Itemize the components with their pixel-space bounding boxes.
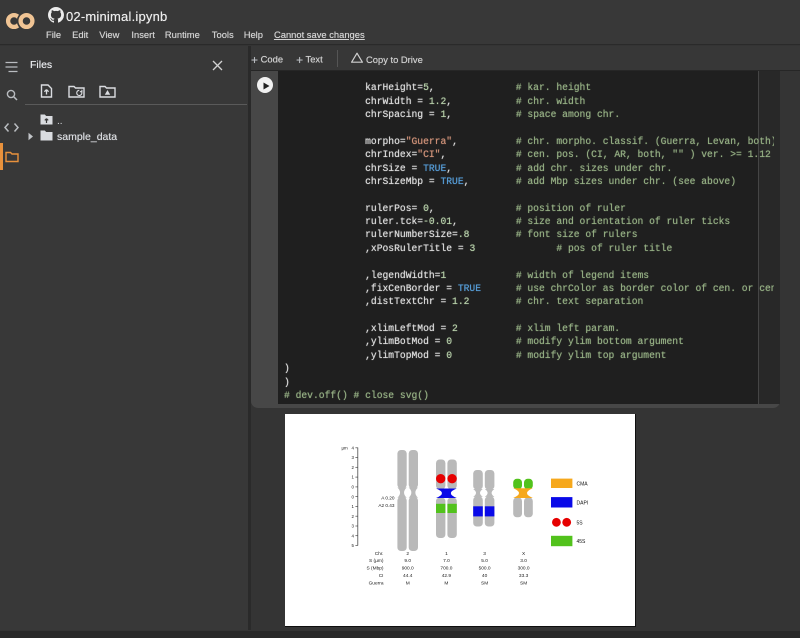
svg-text:2: 2 — [406, 551, 409, 557]
svg-text:300.0: 300.0 — [518, 566, 530, 572]
svg-text:A2 0.43: A2 0.43 — [378, 503, 395, 508]
svg-text:A 0.20: A 0.20 — [381, 495, 395, 500]
svg-text:45S: 45S — [577, 539, 587, 545]
svg-text:9.0: 9.0 — [404, 558, 411, 564]
svg-text:CI: CI — [379, 573, 384, 579]
svg-text:3: 3 — [483, 551, 486, 557]
svg-text:DAPI: DAPI — [577, 501, 589, 507]
svg-text:5S: 5S — [577, 520, 584, 526]
svg-text:40: 40 — [482, 573, 488, 579]
svg-text:Guerra: Guerra — [369, 580, 384, 586]
svg-text:CMA: CMA — [577, 481, 589, 487]
svg-text:5.0: 5.0 — [481, 558, 488, 564]
svg-text:SM: SM — [481, 580, 488, 586]
svg-text:M: M — [406, 580, 410, 586]
svg-text:7.0: 7.0 — [443, 558, 450, 564]
svg-text:44.4: 44.4 — [403, 573, 413, 579]
svg-text:3.0: 3.0 — [520, 558, 527, 564]
svg-text:700.0: 700.0 — [440, 566, 452, 572]
svg-text:500.0: 500.0 — [479, 566, 491, 572]
svg-text:33.3: 33.3 — [519, 573, 529, 579]
svg-text:S (µm): S (µm) — [369, 558, 384, 564]
svg-text:Chr.: Chr. — [375, 551, 384, 557]
svg-text:900.0: 900.0 — [402, 566, 414, 572]
svg-text:1: 1 — [445, 551, 448, 557]
svg-text:M: M — [444, 580, 448, 586]
svg-text:µm: µm — [342, 446, 349, 451]
svg-text:S (Mbp): S (Mbp) — [366, 566, 383, 572]
svg-text:42.9: 42.9 — [442, 573, 452, 579]
svg-text:SM: SM — [520, 580, 527, 586]
